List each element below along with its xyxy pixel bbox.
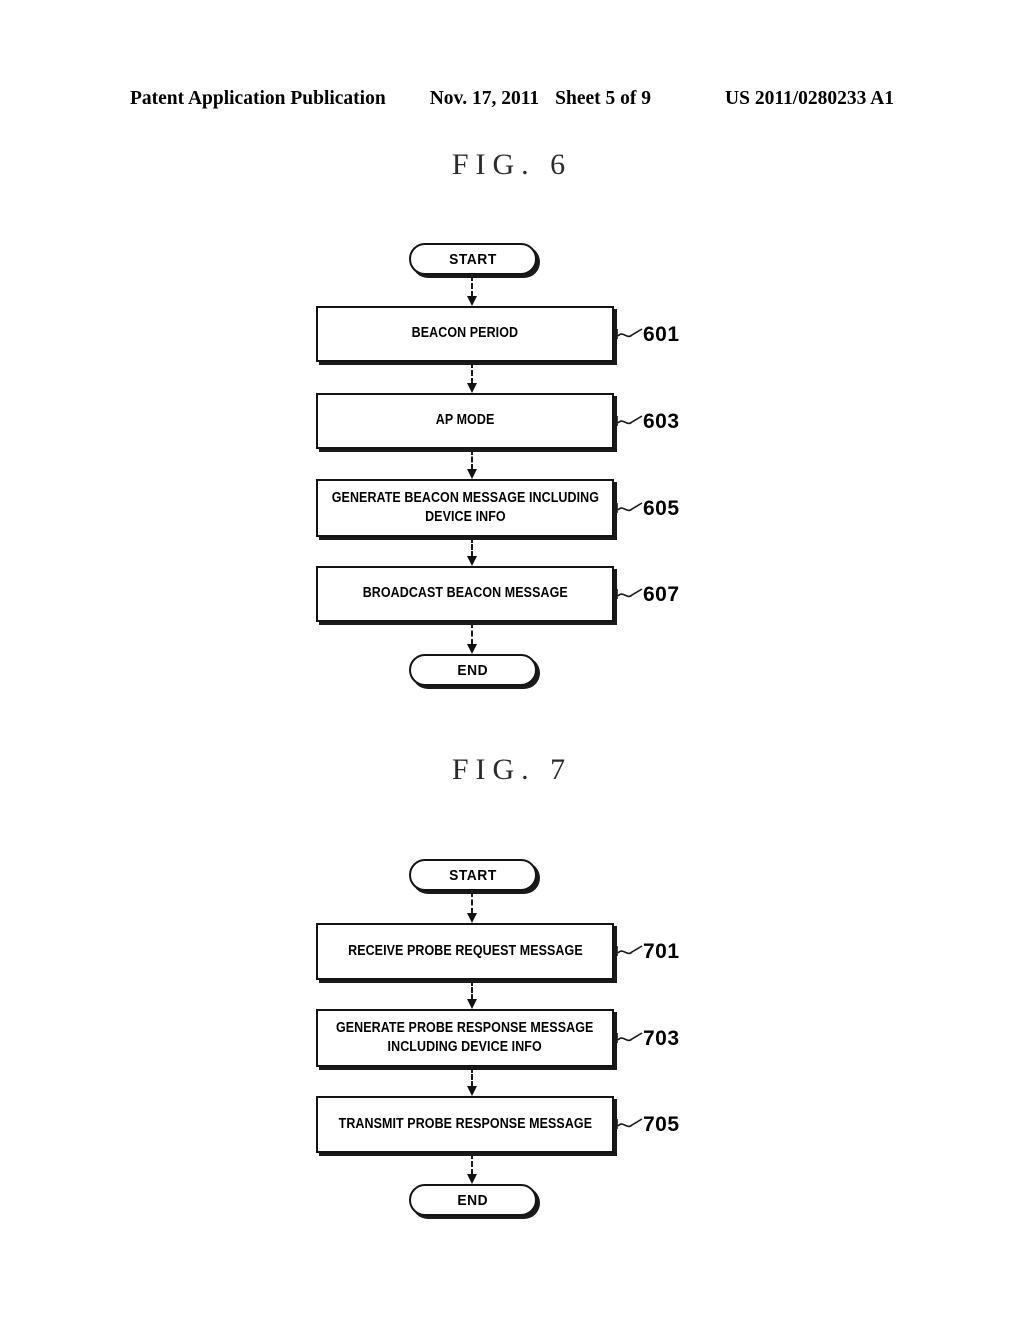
fig7-connector-start-to-701 bbox=[467, 891, 477, 923]
arrowhead-down-icon bbox=[467, 999, 477, 1009]
fig7-leader-703 bbox=[616, 1031, 644, 1045]
fig6-start-label: START bbox=[449, 250, 497, 268]
fig6-reference-605: 605 bbox=[643, 497, 680, 520]
fig6-step-603-box: AP MODE bbox=[316, 393, 614, 449]
header-date-label: Nov. 17, 2011 bbox=[429, 88, 540, 109]
arrowhead-down-icon bbox=[467, 296, 477, 306]
fig7-connector-701-to-703 bbox=[467, 980, 477, 1009]
fig7-step-703-label-line1: GENERATE PROBE RESPONSE MESSAGE bbox=[336, 1019, 594, 1036]
header-publication-label: Patent Application Publication bbox=[130, 88, 386, 109]
fig7-step-705-label: TRANSMIT PROBE RESPONSE MESSAGE bbox=[338, 1115, 592, 1132]
fig6-reference-603: 603 bbox=[643, 410, 680, 433]
connector-stem bbox=[471, 362, 473, 384]
connector-stem bbox=[471, 537, 473, 557]
fig7-reference-703: 703 bbox=[643, 1027, 680, 1050]
fig7-step-701-box: RECEIVE PROBE REQUEST MESSAGE bbox=[316, 923, 614, 980]
fig7-step-703-label-line2: INCLUDING DEVICE INFO bbox=[387, 1039, 543, 1055]
fig6-leader-601 bbox=[616, 327, 644, 341]
fig6-end-terminal: END bbox=[409, 654, 537, 686]
fig7-end-label: END bbox=[457, 1191, 489, 1209]
arrowhead-down-icon bbox=[467, 469, 477, 479]
arrowhead-down-icon bbox=[467, 383, 477, 393]
connector-stem bbox=[471, 891, 473, 914]
fig6-step-601-label: BEACON PERIOD bbox=[411, 325, 519, 342]
fig7-end-terminal: END bbox=[409, 1184, 537, 1216]
fig7-leader-705 bbox=[616, 1117, 644, 1131]
fig6-connector-start-to-601 bbox=[467, 275, 477, 306]
fig6-connector-601-to-603 bbox=[467, 362, 477, 393]
fig7-connector-705-to-end bbox=[467, 1153, 477, 1184]
connector-stem bbox=[471, 622, 473, 645]
fig7-reference-705: 705 bbox=[643, 1113, 680, 1136]
figure-6-title: FIG. 6 bbox=[451, 148, 573, 181]
connector-stem bbox=[471, 449, 473, 470]
fig6-step-605-box: GENERATE BEACON MESSAGE INCLUDING DEVICE… bbox=[316, 479, 614, 537]
header-sheet-label: Sheet 5 of 9 bbox=[555, 88, 652, 109]
fig7-step-701-label: RECEIVE PROBE REQUEST MESSAGE bbox=[347, 942, 583, 959]
header-patent-number: US 2011/0280233 A1 bbox=[725, 88, 895, 109]
fig7-leader-701 bbox=[616, 944, 644, 958]
fig6-connector-607-to-end bbox=[467, 622, 477, 654]
fig6-reference-607: 607 bbox=[643, 583, 680, 606]
fig7-step-705-box: TRANSMIT PROBE RESPONSE MESSAGE bbox=[316, 1096, 614, 1153]
connector-stem bbox=[471, 980, 473, 1000]
fig7-step-703-box: GENERATE PROBE RESPONSE MESSAGE INCLUDIN… bbox=[316, 1009, 614, 1067]
fig6-end-label: END bbox=[457, 661, 489, 679]
fig6-leader-605 bbox=[616, 501, 644, 515]
fig6-connector-605-to-607 bbox=[467, 537, 477, 566]
fig6-leader-607 bbox=[616, 587, 644, 601]
arrowhead-down-icon bbox=[467, 556, 477, 566]
fig7-reference-701: 701 bbox=[643, 940, 680, 963]
fig7-start-label: START bbox=[449, 866, 497, 884]
fig7-start-terminal: START bbox=[409, 859, 537, 891]
fig6-reference-601: 601 bbox=[643, 323, 680, 346]
connector-stem bbox=[471, 1153, 473, 1175]
arrowhead-down-icon bbox=[467, 1174, 477, 1184]
fig6-step-603-label: AP MODE bbox=[435, 412, 495, 429]
fig6-connector-603-to-605 bbox=[467, 449, 477, 479]
fig7-connector-703-to-705 bbox=[467, 1067, 477, 1096]
connector-stem bbox=[471, 1067, 473, 1087]
figure-7-title: FIG. 7 bbox=[451, 753, 573, 786]
fig6-step-605-label-line2: DEVICE INFO bbox=[424, 509, 506, 525]
arrowhead-down-icon bbox=[467, 913, 477, 923]
connector-stem bbox=[471, 275, 473, 297]
arrowhead-down-icon bbox=[467, 1086, 477, 1096]
fig6-step-607-label: BROADCAST BEACON MESSAGE bbox=[362, 585, 568, 602]
fig6-step-605-label-line1: GENERATE BEACON MESSAGE INCLUDING bbox=[331, 489, 599, 506]
arrowhead-down-icon bbox=[467, 644, 477, 654]
fig6-leader-603 bbox=[616, 414, 644, 428]
fig6-step-607-box: BROADCAST BEACON MESSAGE bbox=[316, 566, 614, 622]
fig6-start-terminal: START bbox=[409, 243, 537, 275]
page-header: Patent Application Publication Nov. 17, … bbox=[130, 88, 900, 114]
fig6-step-601-box: BEACON PERIOD bbox=[316, 306, 614, 362]
